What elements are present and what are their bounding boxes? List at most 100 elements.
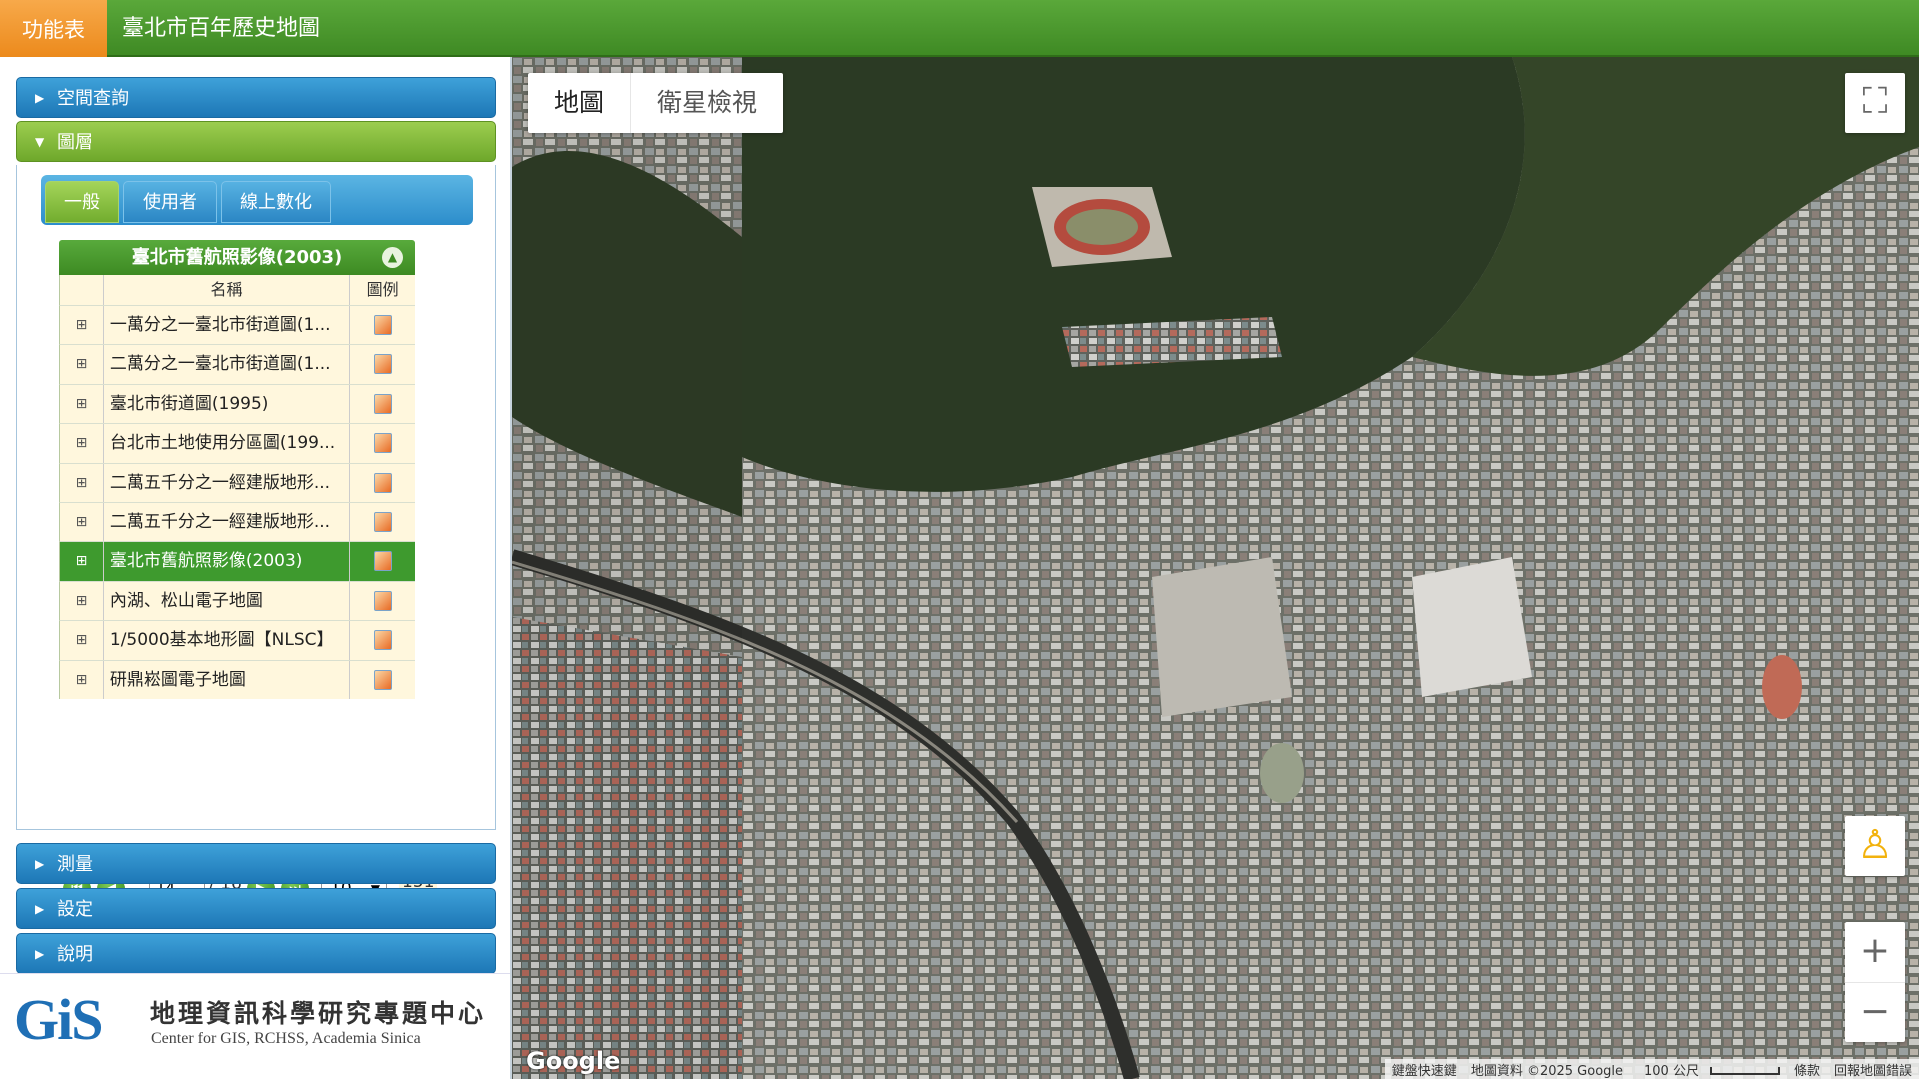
layer-name: 臺北市街道圖(1995) xyxy=(104,384,351,424)
layer-name: 二萬分之一臺北市街道圖(1... xyxy=(104,345,351,384)
menu-button[interactable]: 功能表 xyxy=(0,0,107,57)
table-row[interactable]: ⊞ 臺北市街道圖(1995) xyxy=(59,383,415,424)
tab-general[interactable]: 一般 xyxy=(45,181,119,223)
expand-icon[interactable]: ⊞ xyxy=(60,424,104,463)
map-attribution: 鍵盤快速鍵 地圖資料 ©2025 Google 100 公尺 條款 回報地圖錯誤 xyxy=(1384,1059,1919,1079)
gis-logo: GiS xyxy=(14,987,103,1052)
layer-name: 內湖、松山電子地圖 xyxy=(104,581,351,621)
table-row[interactable]: ⊞ 二萬五千分之一經建版地形... xyxy=(59,462,415,502)
legend-icon[interactable] xyxy=(373,551,392,572)
layer-table-header: 名稱 圖例 xyxy=(59,275,415,305)
legend-cell xyxy=(350,542,415,580)
scale-bar-graphic xyxy=(1709,1067,1780,1075)
zoom-control: + − xyxy=(1845,922,1905,1042)
org-logo-footer: GiS 地理資訊科學研究專題中心 Center for GIS, RCHSS, … xyxy=(0,973,510,1079)
expand-icon[interactable]: ⊞ xyxy=(60,306,104,345)
top-bar: 功能表 臺北市百年歷史地圖 xyxy=(0,0,1919,57)
table-row[interactable]: ⊞ 1/5000基本地形圖【NLSC】 xyxy=(59,620,415,660)
fullscreen-icon[interactable]: ⛶ xyxy=(1845,73,1905,133)
layer-name: 1/5000基本地形圖【NLSC】 xyxy=(104,621,351,660)
layer-name: 二萬五千分之一經建版地形... xyxy=(104,463,351,502)
scale-label: 100 公尺 xyxy=(1644,1063,1699,1079)
expand-icon[interactable]: ⊞ xyxy=(60,581,104,621)
legend-cell xyxy=(350,503,415,541)
layer-table-title-text: 臺北市舊航照影像(2003) xyxy=(131,247,343,268)
accordion-spatial-query[interactable]: ▶ 空間查詢 xyxy=(16,77,496,118)
legend-cell xyxy=(350,621,415,659)
name-column-header: 名稱 xyxy=(104,275,351,305)
layer-table-body: ⊞ 一萬分之一臺北市街道圖(1... ⊞ 二萬分之一臺北市街道圖(1... ⊞ 臺北市街道… xyxy=(59,305,415,699)
accordion-label: 設定 xyxy=(57,899,93,920)
accordion-label: 空間查詢 xyxy=(57,88,129,109)
layer-name: 研鼎崧圖電子地圖 xyxy=(104,660,351,699)
map-type-map-button[interactable]: 地圖 xyxy=(528,73,630,133)
expand-icon[interactable]: ⊞ xyxy=(60,542,104,581)
legend-cell xyxy=(350,661,415,699)
expand-icon[interactable]: ⊞ xyxy=(60,463,104,502)
tab-online-digitize[interactable]: 線上數化 xyxy=(221,181,331,223)
collapse-icon[interactable]: ▲ xyxy=(382,247,403,268)
caret-right-icon: ▶ xyxy=(35,857,45,871)
map-type-control: 地圖 衛星檢視 xyxy=(528,73,784,133)
expand-icon[interactable]: ⊞ xyxy=(60,345,104,384)
legend-icon[interactable] xyxy=(373,433,392,454)
zoom-out-icon[interactable]: − xyxy=(1845,982,1905,1042)
legend-cell xyxy=(350,306,415,344)
caret-right-icon: ▶ xyxy=(35,902,45,916)
map-canvas[interactable]: 地圖 衛星檢視 ⛶ ♙ + − Google 鍵盤快速鍵 地圖資料 ©2025 … xyxy=(512,57,1919,1079)
table-row[interactable]: ⊞ 研鼎崧圖電子地圖 xyxy=(59,659,415,699)
layer-name: 二萬五千分之一經建版地形... xyxy=(104,502,351,542)
caret-right-icon: ▶ xyxy=(35,947,45,961)
accordion-label: 說明 xyxy=(57,944,93,965)
legend-icon[interactable] xyxy=(373,669,392,690)
map-type-satellite-button[interactable]: 衛星檢視 xyxy=(630,73,783,133)
expand-icon[interactable]: ⊞ xyxy=(60,502,104,542)
legend-icon[interactable] xyxy=(373,315,392,335)
table-row[interactable]: ⊞ 二萬分之一臺北市街道圖(1... xyxy=(59,344,415,384)
accordion-measure[interactable]: ▶ 測量 xyxy=(16,843,496,884)
expand-icon[interactable]: ⊞ xyxy=(60,621,104,660)
expand-icon[interactable]: ⊞ xyxy=(60,660,104,699)
layers-panel: 一般 使用者 線上數化 臺北市舊航照影像(2003) ▲ 名稱 圖例 ⊞ 一萬分之… xyxy=(16,165,496,904)
legend-icon[interactable] xyxy=(373,354,392,375)
caret-down-icon: ▼ xyxy=(35,135,45,149)
tab-user[interactable]: 使用者 xyxy=(123,181,217,223)
accordion-label: 測量 xyxy=(57,854,93,875)
accordion-help[interactable]: ▶ 說明 xyxy=(16,933,496,974)
report-error-link[interactable]: 回報地圖錯誤 xyxy=(1827,1060,1919,1079)
expand-icon[interactable]: ⊞ xyxy=(60,384,104,424)
legend-cell xyxy=(350,385,415,423)
legend-icon[interactable] xyxy=(373,393,392,414)
accordion-label: 圖層 xyxy=(57,132,93,153)
scale-bar[interactable]: 100 公尺 xyxy=(1630,1060,1787,1079)
legend-icon[interactable] xyxy=(373,472,392,493)
org-name-en: Center for GIS, RCHSS, Academia Sinica xyxy=(151,1030,421,1047)
legend-icon[interactable] xyxy=(373,590,392,611)
legend-column-header: 圖例 xyxy=(366,280,399,299)
org-name-cn: 地理資訊科學研究專題中心 xyxy=(150,999,487,1028)
pegman-icon[interactable]: ♙ xyxy=(1845,816,1905,876)
table-row[interactable]: ⊞ 內湖、松山電子地圖 xyxy=(59,580,415,621)
accordion-layers[interactable]: ▼ 圖層 xyxy=(16,121,496,162)
legend-cell xyxy=(350,424,415,462)
legend-cell xyxy=(350,582,415,620)
table-row[interactable]: ⊞ 臺北市舊航照影像(2003) xyxy=(59,541,415,581)
layer-tabs: 一般 使用者 線上數化 xyxy=(41,175,473,225)
layer-table-title: 臺北市舊航照影像(2003) ▲ xyxy=(59,240,415,275)
legend-icon[interactable] xyxy=(373,511,392,532)
terms-link[interactable]: 條款 xyxy=(1787,1060,1827,1079)
table-row[interactable]: ⊞ 一萬分之一臺北市街道圖(1... xyxy=(59,305,415,345)
layer-name: 台北市土地使用分區圖(199... xyxy=(104,424,351,463)
google-logo[interactable]: Google xyxy=(526,1047,620,1075)
legend-icon[interactable] xyxy=(373,630,392,651)
layer-name: 臺北市舊航照影像(2003) xyxy=(104,542,351,581)
table-row[interactable]: ⊞ 台北市土地使用分區圖(199... xyxy=(59,423,415,463)
zoom-in-icon[interactable]: + xyxy=(1845,922,1905,982)
app-title: 臺北市百年歷史地圖 xyxy=(122,16,321,41)
table-row[interactable]: ⊞ 二萬五千分之一經建版地形... xyxy=(59,501,415,542)
accordion-settings[interactable]: ▶ 設定 xyxy=(16,888,496,929)
keyboard-shortcuts-link[interactable]: 鍵盤快速鍵 xyxy=(1385,1060,1464,1079)
satellite-imagery xyxy=(512,57,1919,1079)
left-panel: ▶ 空間查詢 ▼ 圖層 一般 使用者 線上數化 臺北市舊航照影像(2003) ▲… xyxy=(0,57,512,1079)
layer-table: 臺北市舊航照影像(2003) ▲ 名稱 圖例 ⊞ 一萬分之一臺北市街道圖(1...… xyxy=(59,240,415,699)
